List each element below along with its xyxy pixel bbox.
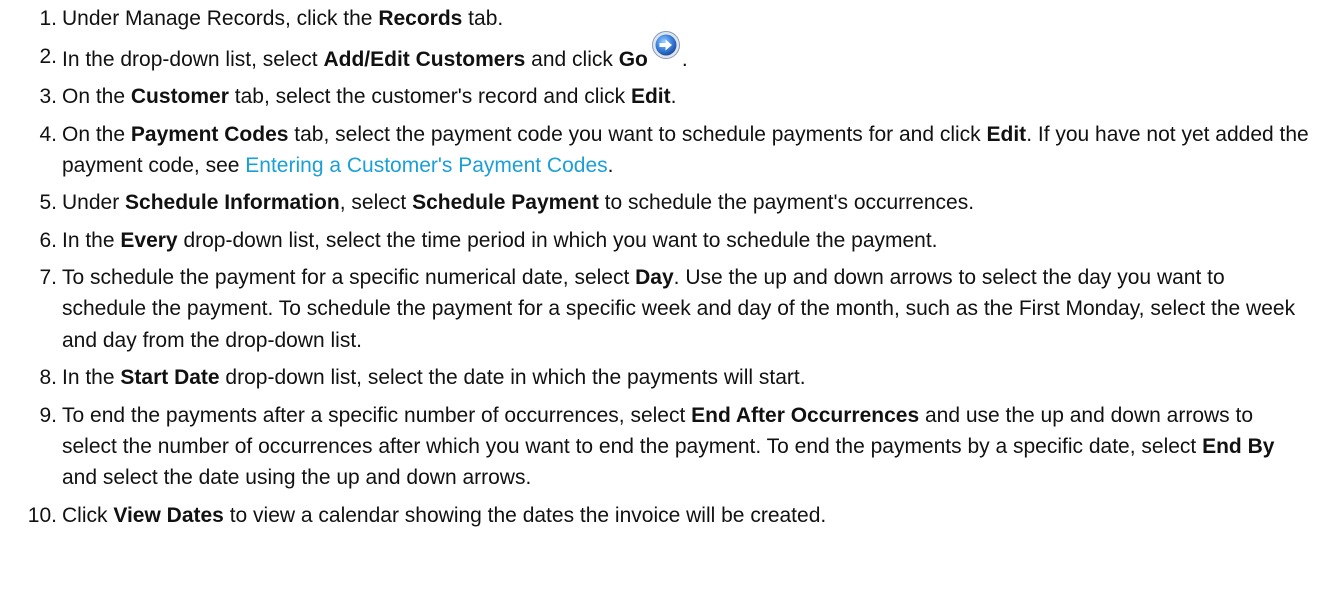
step-text: , select [339, 191, 413, 215]
step-number: 1. [39, 7, 57, 30]
step-number: 2. [39, 44, 57, 68]
ui-term-customer-tab: Customer [130, 85, 229, 108]
step-text: In the drop-down list, select [62, 47, 324, 71]
ui-term-end-by: End By [1202, 434, 1275, 458]
step-number: 4. [39, 122, 57, 146]
instruction-steps-list: 1. Under Manage Records, click the Record… [0, 3, 1319, 537]
ui-term-go: Go [618, 47, 648, 71]
step-text: tab, select the payment code you want to… [288, 122, 987, 146]
step-number: 10. [27, 503, 57, 527]
ui-term-schedule-payment: Schedule Payment [412, 191, 599, 215]
step-2: 2. In the drop-down list, select Add/Edit… [0, 30, 1319, 75]
step-number: 8. [39, 366, 57, 390]
ui-term-payment-codes-tab: Payment Codes [130, 122, 289, 146]
step-text: to view a calendar showing the dates the… [223, 503, 827, 527]
payment-codes-help-link[interactable]: Entering a Customer's Payment Codes [245, 154, 607, 177]
step-4: 4. On the Payment Codes tab, select the p… [0, 119, 1319, 181]
step-text: To schedule the payment for a specific n… [62, 266, 636, 290]
step-text: . [681, 47, 688, 71]
ui-term-records-tab: Records [378, 7, 463, 30]
step-8: 8. In the Start Date drop-down list, sele… [0, 362, 1319, 393]
step-10: 10. Click View Dates to view a calendar s… [0, 500, 1319, 531]
step-text: To end the payments after a specific num… [62, 403, 692, 427]
ui-term-end-after-occurrences: End After Occurrences [691, 403, 920, 427]
step-text: and select the date using the up and dow… [62, 466, 532, 490]
step-5: 5. Under Schedule Information, select Sch… [0, 187, 1319, 218]
step-text: In the [62, 228, 121, 252]
step-text: On the [62, 122, 131, 146]
step-text: . [607, 153, 614, 177]
ui-term-day: Day [635, 266, 674, 290]
step-6: 6. In the Every drop-down list, select th… [0, 225, 1319, 256]
step-7: 7. To schedule the payment for a specific… [0, 262, 1319, 356]
step-text: Under Manage Records, click the [62, 7, 379, 30]
step-text: drop-down list, select the date in which… [219, 366, 806, 390]
step-text: drop-down list, select the time period i… [177, 228, 938, 252]
step-9: 9. To end the payments after a specific n… [0, 400, 1319, 494]
step-number: 7. [39, 266, 57, 290]
step-text: In the [62, 366, 121, 390]
ui-term-start-date: Start Date [120, 366, 220, 390]
step-number: 5. [39, 191, 57, 215]
step-text: tab. [462, 7, 504, 30]
step-3: 3. On the Customer tab, select the custom… [0, 81, 1319, 112]
go-arrow-icon [651, 30, 681, 60]
step-number: 3. [39, 85, 57, 108]
document-body: 1. Under Manage Records, click the Record… [0, 0, 1319, 615]
ui-term-view-dates: View Dates [113, 503, 224, 527]
step-number: 6. [39, 228, 57, 252]
step-number: 9. [39, 403, 57, 427]
step-text: to schedule the payment's occurrences. [598, 191, 975, 215]
ui-term-every: Every [120, 228, 178, 252]
ui-term-schedule-information: Schedule Information [125, 191, 340, 215]
step-text: and click [525, 47, 619, 71]
step-text: Under [62, 191, 126, 215]
step-text: Click [62, 503, 114, 527]
ui-term-add-edit-customers: Add/Edit Customers [323, 47, 526, 71]
ui-term-edit: Edit [986, 122, 1027, 146]
ui-term-edit: Edit [630, 85, 671, 108]
step-text: tab, select the customer's record and cl… [228, 85, 631, 108]
step-text: . [670, 85, 677, 108]
step-text: On the [62, 85, 131, 108]
